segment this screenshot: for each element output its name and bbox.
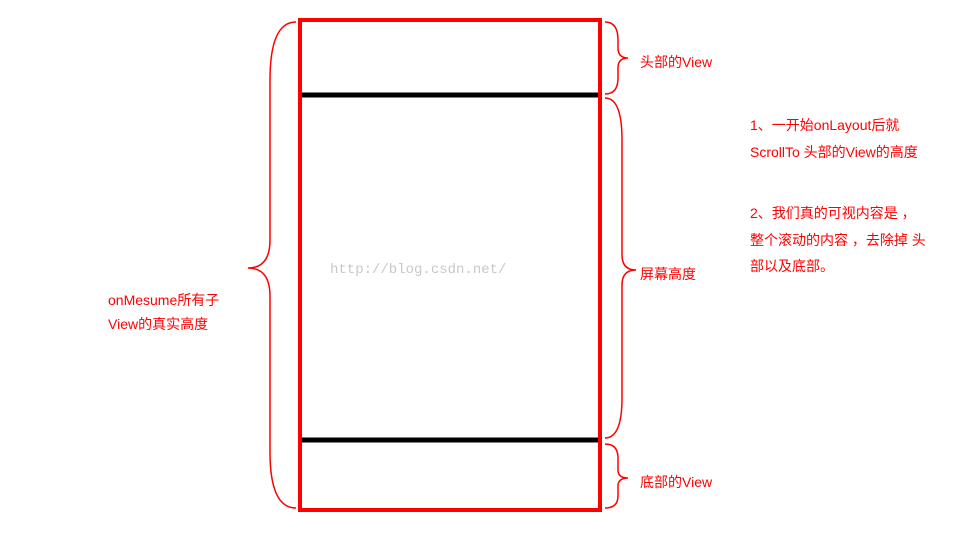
footer-view-label: 底部的View (640, 470, 712, 495)
footer-brace (605, 444, 628, 508)
measure-label-line1: onMesume所有子 (108, 288, 219, 313)
note-1: 1、一开始onLayout后就 ScrollTo 头部的View的高度 (750, 112, 930, 165)
header-brace (605, 22, 628, 94)
watermark-text: http://blog.csdn.net/ (330, 262, 506, 278)
screen-brace (605, 98, 636, 438)
full-height-brace (248, 22, 296, 508)
header-view-label: 头部的View (640, 50, 712, 75)
screen-height-label: 屏幕高度 (640, 262, 696, 287)
measure-label-line2: View的真实高度 (108, 312, 208, 337)
note-2: 2、我们真的可视内容是 ， 整个滚动的内容 ，去除掉 头部以及底部。 (750, 200, 930, 280)
